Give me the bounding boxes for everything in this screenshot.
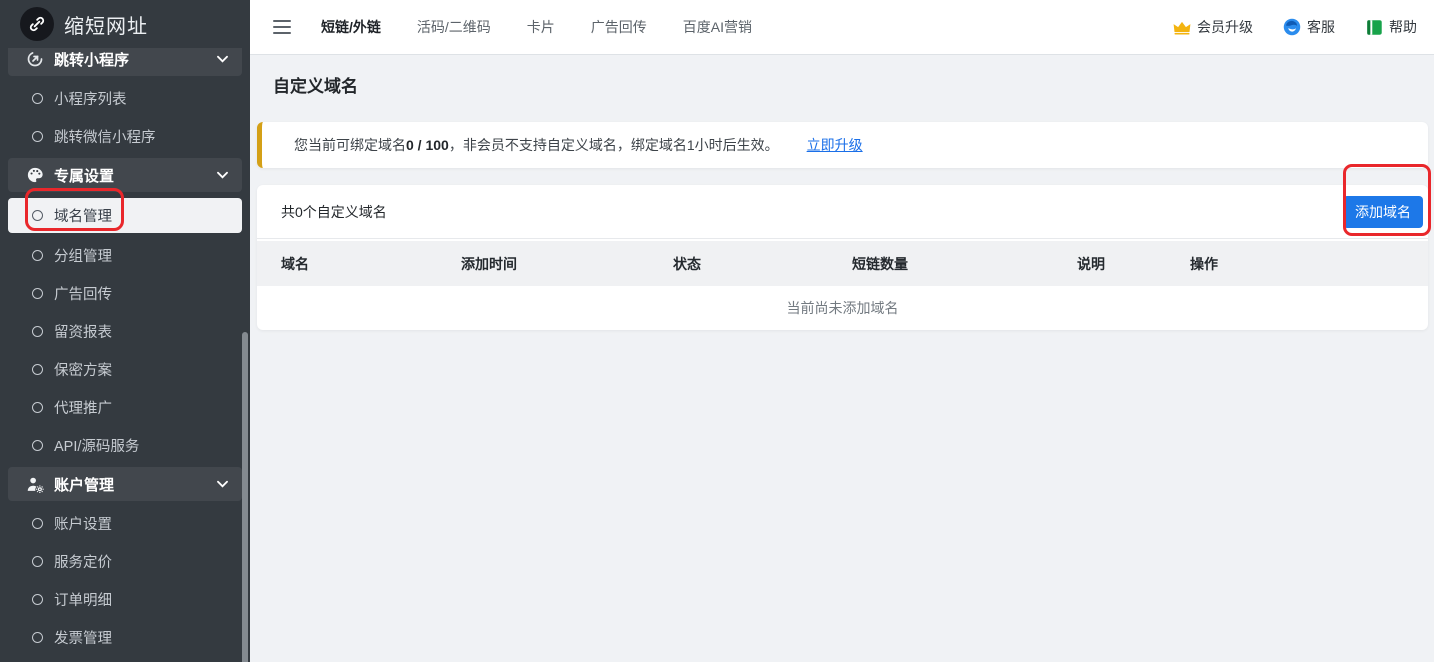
upgrade-now-link[interactable]: 立即升级 [807, 135, 863, 155]
main-column: 短链/外链 活码/二维码 卡片 广告回传 百度AI营销 会员升级 客服 帮助 自定义域名 您… [250, 0, 1434, 662]
sidebar-item-订单明细[interactable]: 订单明细 [8, 583, 242, 615]
sidebar-item-label: 分组管理 [54, 245, 112, 266]
sidebar-item-小程序列表[interactable]: 小程序列表 [8, 82, 242, 114]
mini-program-icon [25, 49, 45, 69]
circle-bullet-icon [32, 93, 43, 104]
sidebar-item-代理推广[interactable]: 代理推广 [8, 391, 242, 423]
circle-bullet-icon [32, 210, 43, 221]
tab-百度AI营销[interactable]: 百度AI营销 [683, 17, 752, 37]
action-label: 客服 [1307, 17, 1335, 37]
action-label: 帮助 [1389, 17, 1417, 37]
sidebar-item-分组管理[interactable]: 分组管理 [8, 239, 242, 271]
sidebar-item-label: 跳转微信小程序 [54, 126, 156, 147]
crown-icon [1173, 18, 1191, 36]
column-header-操作: 操作 [1178, 254, 1428, 274]
sidebar-item-专属设置[interactable]: 专属设置 [8, 158, 242, 192]
app-window: 缩短网址 跳转小程序小程序列表跳转微信小程序专属设置域名管理分组管理广告回传留资… [0, 0, 1434, 662]
sidebar-item-label: 账户管理 [54, 474, 114, 495]
chevron-down-icon [217, 481, 228, 488]
circle-bullet-icon [32, 131, 43, 142]
quota-notice-bar: 您当前可绑定域名0 / 100，非会员不支持自定义域名，绑定域名1小时后生效。 … [257, 122, 1428, 168]
top-nav-actions: 会员升级 客服 帮助 [1173, 17, 1417, 37]
sidebar-scrollbar[interactable] [242, 332, 248, 662]
tab-活码/二维码[interactable]: 活码/二维码 [417, 17, 491, 37]
hamburger-menu-icon[interactable] [273, 20, 291, 34]
circle-bullet-icon [32, 518, 43, 529]
table-empty-state: 当前尚未添加域名 [257, 286, 1428, 330]
sidebar-item-广告回传[interactable]: 广告回传 [8, 277, 242, 309]
tab-短链/外链[interactable]: 短链/外链 [321, 17, 381, 37]
sidebar-item-留资报表[interactable]: 留资报表 [8, 315, 242, 347]
domains-panel: 共0个自定义域名 添加域名 域名添加时间状态短链数量说明操作 当前尚未添加域名 [257, 185, 1428, 330]
column-header-说明: 说明 [1065, 254, 1178, 274]
quota-value: 0 / 100 [406, 137, 449, 153]
sidebar-item-label: 跳转小程序 [54, 49, 129, 70]
user-gear-icon [25, 474, 45, 494]
panel-header: 共0个自定义域名 添加域名 [257, 185, 1428, 239]
circle-bullet-icon [32, 250, 43, 261]
chevron-down-icon [217, 172, 228, 179]
top-navbar: 短链/外链 活码/二维码 卡片 广告回传 百度AI营销 会员升级 客服 帮助 [250, 0, 1434, 55]
domain-count-text: 共0个自定义域名 [281, 202, 387, 222]
help-book-icon [1365, 18, 1383, 36]
action-客服[interactable]: 客服 [1283, 17, 1335, 37]
sidebar-item-保密方案[interactable]: 保密方案 [8, 353, 242, 385]
sidebar-menu: 跳转小程序小程序列表跳转微信小程序专属设置域名管理分组管理广告回传留资报表保密方… [0, 42, 250, 653]
action-会员升级[interactable]: 会员升级 [1173, 17, 1253, 37]
circle-bullet-icon [32, 440, 43, 451]
sidebar: 缩短网址 跳转小程序小程序列表跳转微信小程序专属设置域名管理分组管理广告回传留资… [0, 0, 250, 662]
customer-service-icon [1283, 18, 1301, 36]
sidebar-item-label: 发票管理 [54, 627, 112, 648]
sidebar-item-label: API/源码服务 [54, 435, 139, 456]
sidebar-item-label: 订单明细 [54, 589, 112, 610]
sidebar-item-跳转微信小程序[interactable]: 跳转微信小程序 [8, 120, 242, 152]
content-area: 自定义域名 您当前可绑定域名0 / 100，非会员不支持自定义域名，绑定域名1小… [250, 55, 1434, 662]
sidebar-item-label: 域名管理 [54, 205, 112, 226]
sidebar-item-域名管理[interactable]: 域名管理 [8, 198, 242, 233]
sidebar-item-label: 代理推广 [54, 397, 112, 418]
sidebar-item-账户管理[interactable]: 账户管理 [8, 467, 242, 501]
page-title: 自定义域名 [273, 72, 1428, 97]
chevron-down-icon [217, 56, 228, 63]
link-icon [20, 7, 54, 41]
circle-bullet-icon [32, 594, 43, 605]
top-nav-tabs: 短链/外链 活码/二维码 卡片 广告回传 百度AI营销 [321, 17, 752, 37]
sidebar-item-label: 广告回传 [54, 283, 112, 304]
sidebar-item-label: 留资报表 [54, 321, 112, 342]
brand[interactable]: 缩短网址 [0, 0, 250, 48]
circle-bullet-icon [32, 288, 43, 299]
sidebar-item-label: 专属设置 [54, 165, 114, 186]
circle-bullet-icon [32, 402, 43, 413]
table-header-row: 域名添加时间状态短链数量说明操作 [257, 241, 1428, 286]
notice-text: 您当前可绑定域名0 / 100，非会员不支持自定义域名，绑定域名1小时后生效。 [294, 135, 779, 155]
action-帮助[interactable]: 帮助 [1365, 17, 1417, 37]
column-header-状态: 状态 [661, 254, 840, 274]
sidebar-item-label: 小程序列表 [54, 88, 127, 109]
column-header-域名: 域名 [269, 254, 449, 274]
column-header-短链数量: 短链数量 [840, 254, 1065, 274]
action-label: 会员升级 [1197, 17, 1253, 37]
sidebar-item-label: 服务定价 [54, 551, 112, 572]
circle-bullet-icon [32, 326, 43, 337]
sidebar-item-label: 账户设置 [54, 513, 112, 534]
palette-icon [25, 165, 45, 185]
tab-卡片[interactable]: 卡片 [527, 17, 555, 37]
sidebar-item-账户设置[interactable]: 账户设置 [8, 507, 242, 539]
brand-title: 缩短网址 [64, 10, 148, 39]
circle-bullet-icon [32, 632, 43, 643]
circle-bullet-icon [32, 364, 43, 375]
circle-bullet-icon [32, 556, 43, 567]
add-domain-button[interactable]: 添加域名 [1343, 196, 1423, 228]
column-header-添加时间: 添加时间 [449, 254, 661, 274]
tab-广告回传[interactable]: 广告回传 [591, 17, 647, 37]
sidebar-item-API/源码服务[interactable]: API/源码服务 [8, 429, 242, 461]
sidebar-item-发票管理[interactable]: 发票管理 [8, 621, 242, 653]
sidebar-item-服务定价[interactable]: 服务定价 [8, 545, 242, 577]
sidebar-item-label: 保密方案 [54, 359, 112, 380]
